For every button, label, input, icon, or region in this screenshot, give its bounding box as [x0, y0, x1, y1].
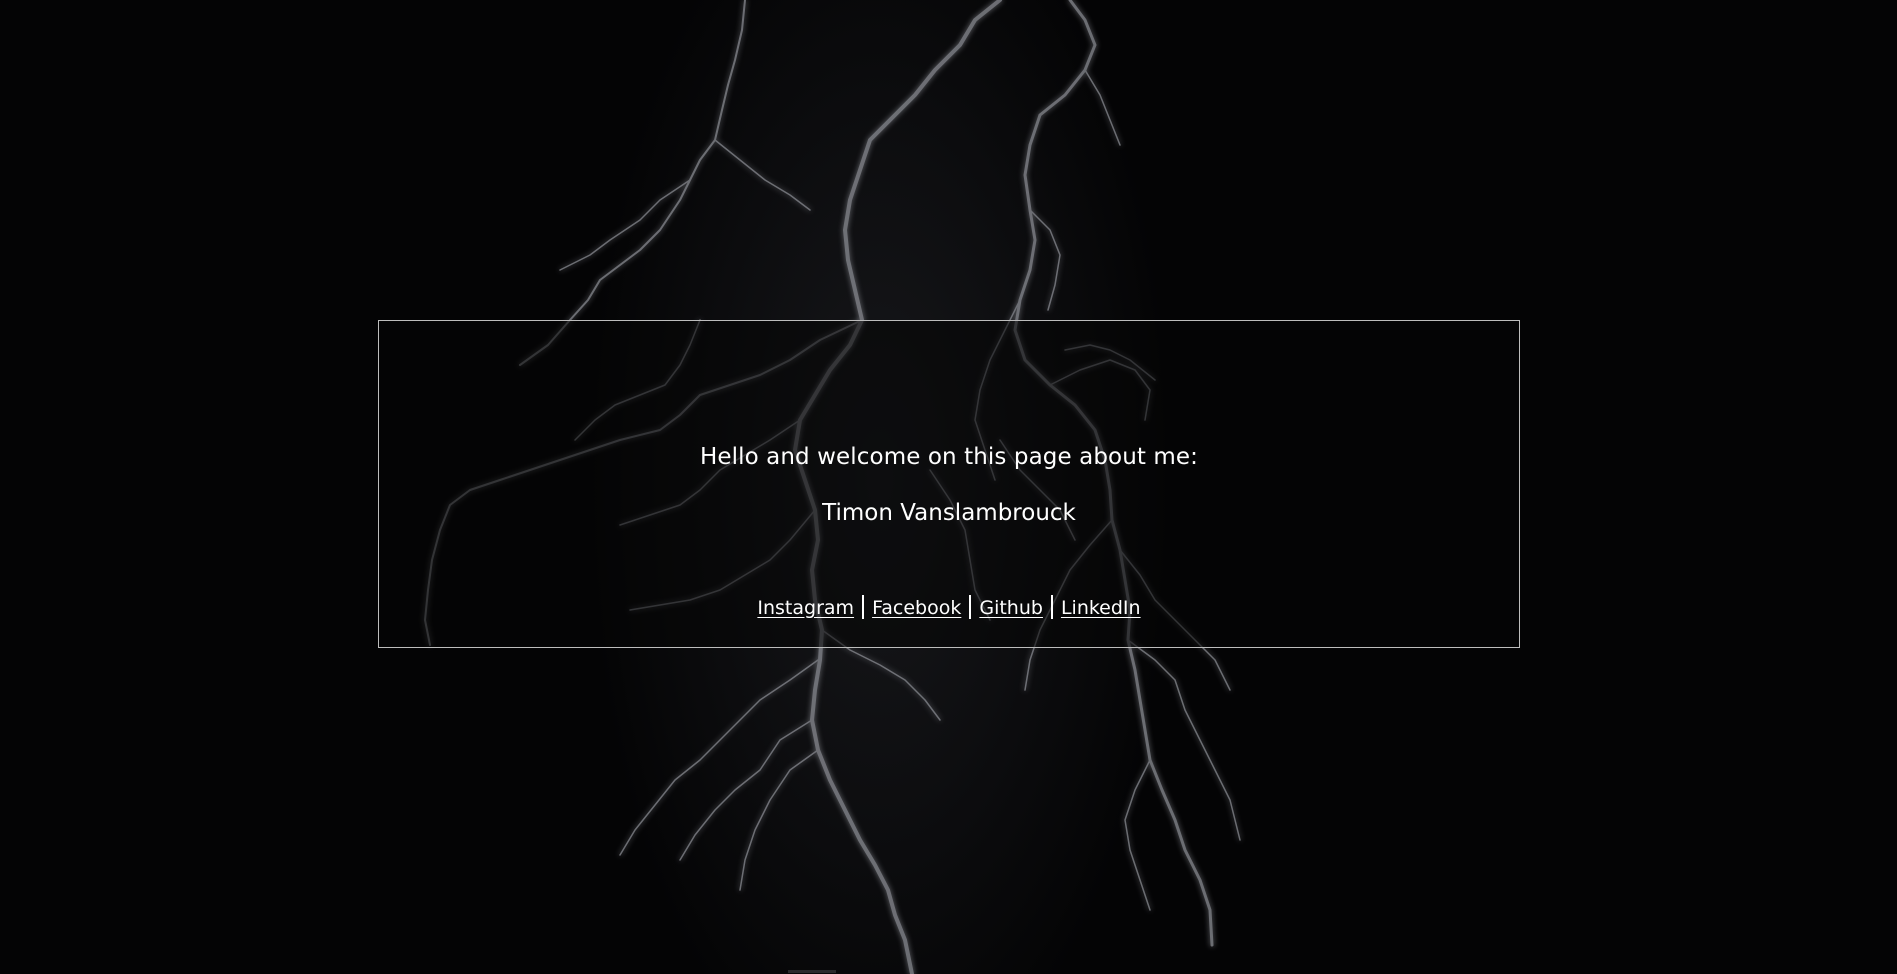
greeting-text: Hello and welcome on this page about me:	[699, 444, 1199, 470]
instagram-link[interactable]: Instagram	[757, 597, 854, 619]
facebook-link[interactable]: Facebook	[872, 597, 961, 619]
github-link[interactable]: Github	[979, 597, 1043, 619]
scrollbar-thumb[interactable]	[788, 970, 836, 973]
link-separator	[969, 595, 972, 619]
social-links: Instagram Facebook Github LinkedIn	[379, 595, 1519, 621]
intro-card: Hello and welcome on this page about me:…	[378, 320, 1520, 648]
owner-name: Timon Vanslambrouck	[822, 500, 1076, 526]
link-separator	[862, 595, 865, 619]
link-separator	[1050, 595, 1053, 619]
linkedin-link[interactable]: LinkedIn	[1061, 597, 1141, 619]
